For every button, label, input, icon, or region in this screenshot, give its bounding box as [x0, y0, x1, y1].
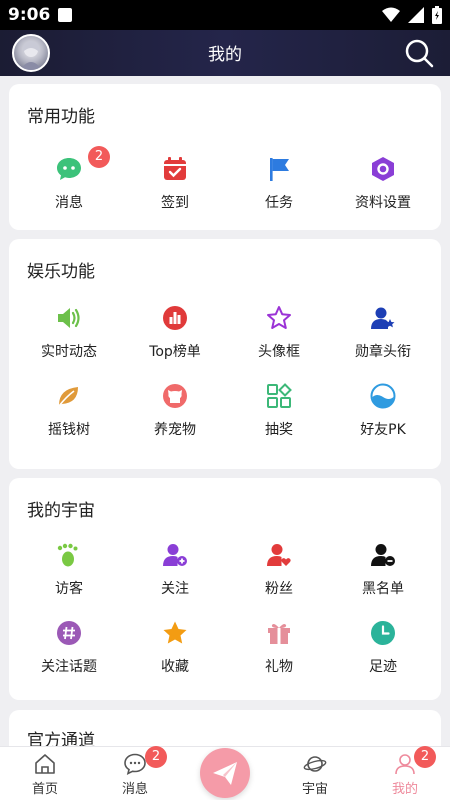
tab-messages[interactable]: 2 消息	[90, 746, 180, 800]
grid-item-label: 关注	[161, 581, 189, 597]
status-icons	[382, 6, 442, 24]
grid-item-label: 好友PK	[360, 422, 406, 438]
grid-item-label: 黑名单	[362, 581, 404, 597]
battery-icon	[432, 6, 442, 24]
app-header: 我的	[0, 30, 450, 76]
calendar-check-icon	[164, 157, 186, 180]
clock-icon	[371, 621, 395, 645]
grid-item-label: 签到	[161, 195, 189, 211]
home-icon	[35, 754, 55, 774]
wifi-icon	[382, 7, 400, 22]
search-icon	[405, 39, 434, 68]
card-universe: 我的宇宙 访客 关注 粉丝 黑名单 关注话题 收藏 礼物 足迹	[9, 478, 441, 700]
user-heart-icon	[267, 544, 291, 566]
speaker-icon	[58, 308, 80, 328]
user-add-icon	[163, 544, 187, 566]
grid-item-label: 养宠物	[154, 422, 196, 438]
message-badge: 2	[88, 146, 110, 168]
section-title: 娱乐功能	[27, 262, 95, 282]
tab-badge: 2	[145, 746, 167, 768]
grid-item-label: 关注话题	[41, 659, 97, 675]
tab-label: 我的	[391, 782, 418, 797]
grid-item-label: 消息	[55, 195, 83, 211]
user-medal-icon	[371, 307, 395, 329]
tab-label: 宇宙	[301, 782, 328, 797]
section-title: 官方通道	[27, 731, 95, 746]
message-icon	[124, 753, 146, 775]
tab-me[interactable]: 2 我的	[360, 746, 450, 800]
tab-badge: 2	[414, 746, 436, 768]
grid-item-label: 头像框	[258, 344, 300, 360]
search-button[interactable]	[404, 38, 434, 68]
grid-item-label: 礼物	[265, 659, 293, 675]
tab-universe[interactable]: 宇宙	[270, 747, 360, 800]
footprint-icon	[57, 543, 78, 567]
tab-home[interactable]: 首页	[0, 747, 90, 800]
star-filled-icon	[163, 621, 187, 644]
wave-circle-icon	[370, 383, 396, 409]
github-cat-icon	[163, 384, 187, 408]
tab-label: 首页	[31, 782, 58, 797]
status-time: 9:06	[8, 5, 51, 25]
hexagon-settings-icon	[372, 157, 394, 181]
leaf-icon	[58, 387, 78, 407]
app-notification-icon	[58, 8, 72, 22]
grid-item-label: 勋章头衔	[355, 344, 411, 360]
user-block-icon	[371, 544, 395, 566]
grid-item-label: 粉丝	[265, 581, 293, 597]
grid-item-label: 访客	[55, 581, 83, 597]
flag-icon	[270, 158, 289, 181]
page-title: 我的	[208, 45, 242, 65]
grid-apps-icon	[267, 383, 292, 408]
signal-icon	[408, 7, 424, 23]
grid-item-label: 收藏	[161, 659, 189, 675]
card-common: 常用功能 2 消息 签到 任务 资料设置	[9, 84, 441, 230]
grid-item-label: 摇钱树	[48, 422, 90, 438]
planet-icon	[303, 756, 327, 772]
gift-icon	[268, 624, 290, 644]
status-bar: 9:06	[0, 0, 450, 30]
section-title: 我的宇宙	[27, 501, 95, 521]
bar-chart-icon	[163, 306, 187, 330]
hashtag-icon	[57, 621, 81, 645]
grid-item-label: 资料设置	[355, 195, 411, 211]
grid-item-label: 足迹	[369, 659, 397, 675]
grid-item-label: 实时动态	[41, 344, 97, 360]
card-entertainment: 娱乐功能 实时动态 Top榜单 头像框 勋章头衔 摇钱树 养宠物 抽奖 好友PK	[9, 239, 441, 469]
section-title: 常用功能	[27, 107, 95, 127]
chat-bubble-icon	[57, 158, 81, 180]
grid-item-label: Top榜单	[149, 344, 201, 360]
publish-button[interactable]	[200, 748, 250, 798]
paper-plane-icon	[213, 762, 237, 785]
grid-item-label: 抽奖	[265, 422, 293, 438]
card-official: 官方通道	[9, 710, 441, 746]
content-scroll[interactable]: 常用功能 2 消息 签到 任务 资料设置 娱乐功能 实时动态 Top榜单 头像框…	[0, 76, 450, 746]
star-outline-icon	[267, 306, 291, 329]
tab-label: 消息	[121, 782, 148, 797]
grid-item-label: 任务	[265, 195, 293, 211]
